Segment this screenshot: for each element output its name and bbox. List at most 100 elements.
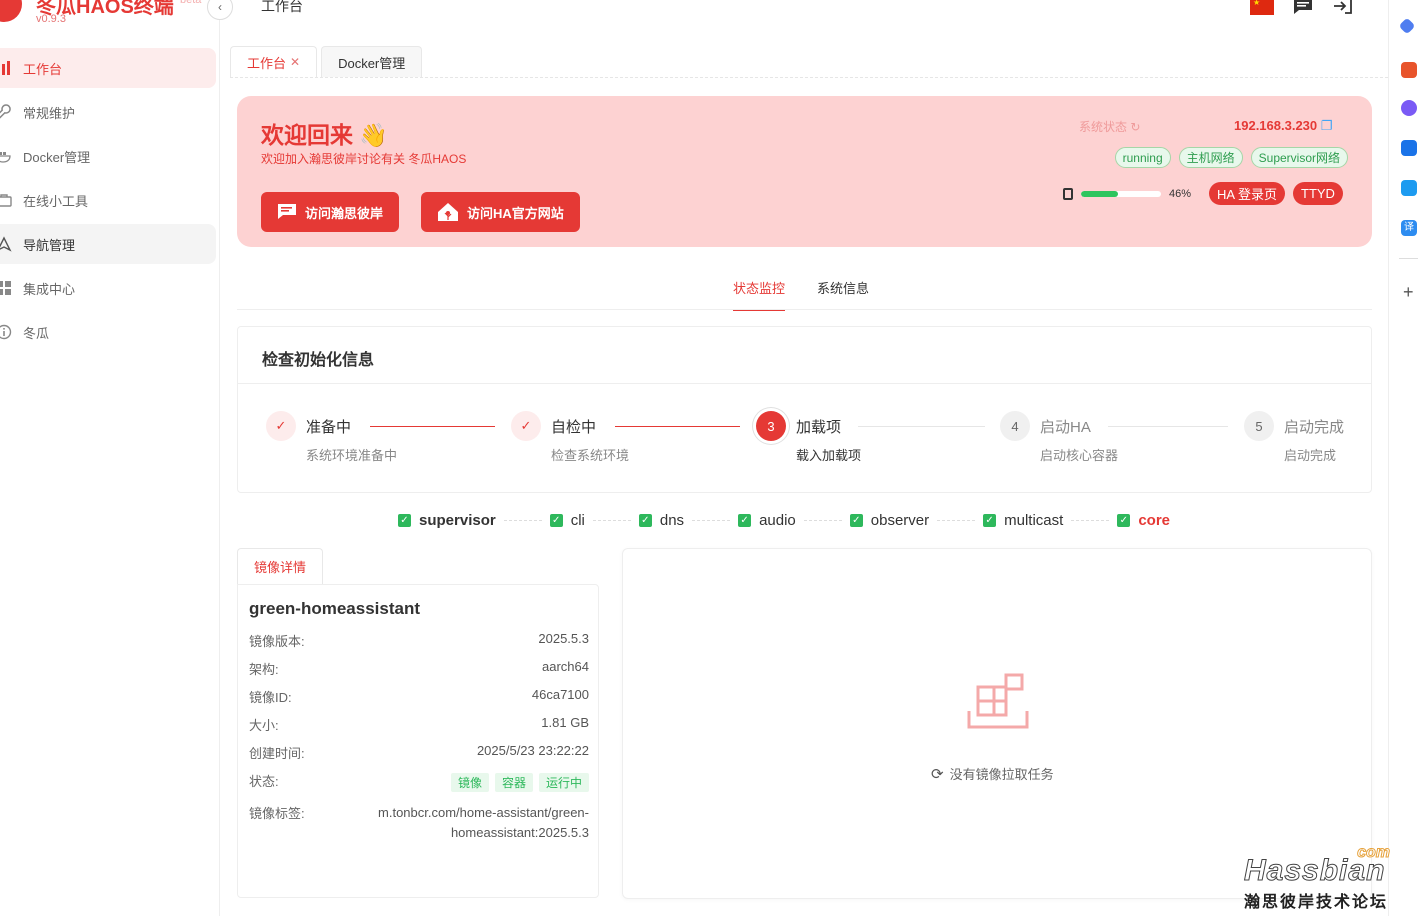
tag-icon[interactable]	[1398, 17, 1416, 35]
message-icon[interactable]	[1292, 0, 1314, 16]
sidebar-item-label: 冬瓜	[23, 325, 50, 341]
navigation-icon	[0, 236, 12, 252]
disk-progress-fill	[1081, 190, 1118, 197]
step-connector	[1108, 426, 1228, 427]
watermark-main: Hassbian	[1243, 854, 1386, 888]
page-tabs: 工作台 ✕ Docker管理	[230, 46, 423, 77]
outlook-icon[interactable]	[1401, 140, 1417, 156]
checkbox-checked-icon: ✓	[983, 514, 997, 527]
detail-key: 镜像ID:	[249, 690, 292, 705]
sidebar-item-navigation[interactable]: 导航管理	[0, 224, 216, 264]
status-badge: running	[1114, 147, 1171, 168]
translate-icon[interactable]: 译	[1401, 220, 1417, 236]
sidebar-item-label: 导航管理	[23, 237, 76, 253]
edge-divider	[1399, 258, 1418, 259]
chevron-left-icon: ‹	[218, 0, 222, 14]
step-title: 加载项	[796, 419, 842, 436]
add-icon[interactable]: +	[1403, 282, 1414, 303]
status-tag: 运行中	[538, 773, 589, 792]
sidebar-item-tools[interactable]: 在线小工具	[0, 180, 216, 220]
close-icon[interactable]: ✕	[290, 55, 300, 69]
ip-address-text: 192.168.3.230	[1234, 118, 1318, 133]
step-connector	[370, 426, 495, 427]
sidebar-item-label: Docker管理	[23, 149, 91, 165]
sidebar-item-donggua[interactable]: 冬瓜	[0, 312, 216, 352]
ttyd-button[interactable]: TTYD	[1293, 182, 1343, 205]
network-badge: 主机网络	[1178, 147, 1243, 168]
tab-label: Docker管理	[338, 55, 406, 71]
step-connector	[615, 426, 740, 427]
ha-login-button[interactable]: HA 登录页	[1209, 182, 1285, 205]
sidebar-item-maintenance[interactable]: 常规维护	[0, 92, 216, 132]
detail-value: aarch64	[542, 659, 589, 674]
sidebar-item-integration[interactable]: 集成中心	[0, 268, 216, 308]
check-icon: ✓	[266, 411, 296, 441]
copy-icon[interactable]: ❐	[1321, 118, 1333, 133]
image-name: green-homeassistant	[249, 599, 420, 618]
sidebar-item-docker[interactable]: Docker管理	[0, 136, 216, 176]
detail-key: 创建时间:	[249, 746, 305, 761]
toolbox-icon	[0, 194, 12, 207]
refresh-icon: ↻	[1130, 120, 1141, 134]
checkbox-checked-icon: ✓	[549, 514, 563, 527]
welcome-banner: 欢迎回来 👋 欢迎加入瀚思彼岸讨论有关 冬瓜HAOS 访问瀚思彼岸 访问HA官方…	[237, 96, 1372, 247]
monitor-tabs-divider	[237, 309, 1372, 310]
watermark-sub: 瀚思彼岸技术论坛	[1244, 894, 1389, 911]
step-connector	[858, 426, 985, 427]
checkbox-checked-icon: ✓	[638, 514, 652, 527]
grid-icon	[0, 281, 11, 295]
sidebar-item-workbench[interactable]: 工作台	[0, 48, 216, 88]
welcome-subtitle: 欢迎加入瀚思彼岸讨论有关 冬瓜HAOS	[261, 152, 467, 166]
service-status-list: ✓ supervisor ✓ cli ✓ dns ✓ audio ✓ observer ✓…	[398, 512, 1170, 529]
collapse-sidebar-button[interactable]: ‹	[207, 0, 233, 20]
tab-system-info[interactable]: 系统信息	[817, 278, 869, 311]
breadcrumb: 工作台	[261, 0, 303, 14]
detail-row: 创建时间: 2025/5/23 23:22:22	[249, 743, 589, 762]
chat-icon	[278, 204, 296, 219]
sidebar-item-label: 在线小工具	[23, 193, 89, 209]
step-number: 5	[1244, 411, 1274, 441]
checkbox-checked-icon: ✓	[738, 514, 752, 527]
wrench-icon	[0, 104, 11, 119]
visit-forum-button[interactable]: 访问瀚思彼岸	[261, 192, 400, 232]
visit-forum-label: 访问瀚思彼岸	[305, 205, 384, 221]
language-flag-icon[interactable]	[1250, 0, 1274, 15]
status-badges: running 主机网络 Supervisor网络	[1114, 147, 1348, 168]
visit-ha-button[interactable]: 访问HA官方网站	[421, 192, 580, 232]
system-status-label: 系统状态	[1079, 120, 1128, 134]
system-status-link[interactable]: 系统状态 ↻	[1079, 118, 1140, 135]
detail-value: 46ca7100	[531, 687, 589, 702]
service-name: observer	[870, 512, 930, 529]
detail-value: 2025.5.3	[538, 631, 589, 646]
init-card: 检查初始化信息 ✓ 准备中 系统环境准备中 ✓ 自检中 检查系统环境 3 加载项…	[237, 326, 1372, 493]
ip-address[interactable]: 192.168.3.230 ❐	[1234, 118, 1332, 134]
wave-emoji-icon: 👋	[359, 122, 389, 148]
send-icon[interactable]	[1401, 180, 1417, 196]
empty-state: ⟳ 没有镜像拉取任务	[931, 764, 1054, 783]
logout-icon[interactable]	[1332, 0, 1354, 16]
tab-image-details[interactable]: 镜像详情	[237, 548, 324, 584]
chart-icon	[2, 61, 10, 75]
step-desc: 载入加载项	[796, 448, 862, 463]
init-card-title: 检查初始化信息	[262, 352, 375, 369]
image-details-card: green-homeassistant 镜像版本: 2025.5.3 架构: aar…	[237, 584, 599, 898]
detail-value: 2025/5/23 23:22:22	[476, 743, 589, 758]
tab-docker[interactable]: Docker管理	[321, 46, 423, 77]
welcome-title-text: 欢迎回来	[261, 122, 353, 148]
tab-status-monitor[interactable]: 状态监控	[733, 278, 786, 311]
image-tag-line: homeassistant:2025.5.3	[450, 825, 589, 840]
detail-key: 镜像标签:	[249, 806, 305, 821]
image-details-tabs: 镜像详情	[237, 548, 324, 584]
hassbian-watermark: com Hassbian 瀚思彼岸技术论坛	[1243, 844, 1394, 916]
step-number: 3	[756, 411, 786, 441]
step-desc: 启动核心容器	[1040, 448, 1119, 463]
info-icon	[0, 324, 12, 340]
toolbox-icon[interactable]	[1401, 62, 1417, 78]
tab-workbench[interactable]: 工作台 ✕	[230, 46, 318, 77]
disk-percent: 46%	[1169, 187, 1192, 200]
copilot-icon[interactable]	[1401, 100, 1417, 116]
supervisor-network-badge: Supervisor网络	[1250, 147, 1348, 168]
status-tag: 容器	[494, 773, 533, 792]
detail-row: 镜像ID: 46ca7100	[249, 687, 589, 706]
docker-icon	[0, 152, 11, 163]
